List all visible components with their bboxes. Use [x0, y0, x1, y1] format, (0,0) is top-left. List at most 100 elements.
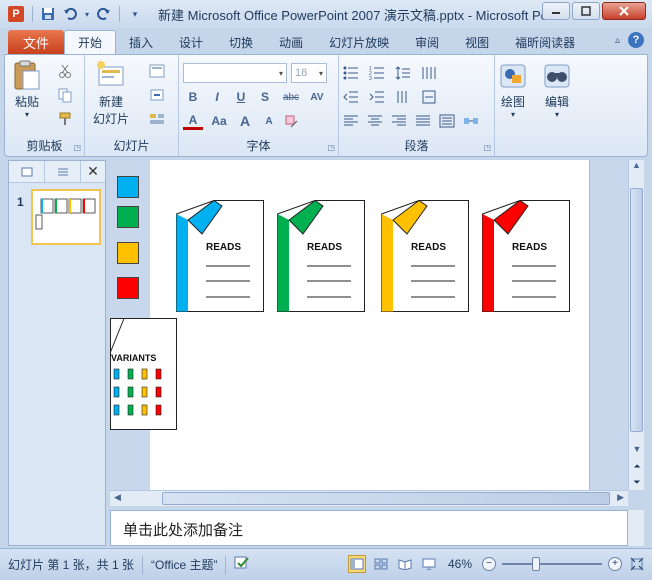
tab-file[interactable]: 文件: [8, 30, 64, 54]
scroll-down-icon[interactable]: ▼: [629, 444, 645, 454]
vertical-scroll-thumb[interactable]: [630, 188, 643, 432]
tab-review[interactable]: 审阅: [402, 30, 452, 54]
close-button[interactable]: [602, 2, 646, 20]
reading-view-icon[interactable]: [396, 555, 414, 573]
decrease-indent-icon[interactable]: [343, 89, 359, 105]
redo-icon[interactable]: [95, 5, 113, 23]
numbering-icon[interactable]: 123: [369, 65, 385, 81]
bullets-icon[interactable]: [343, 65, 359, 81]
justify-icon[interactable]: [415, 113, 431, 129]
align-right-icon[interactable]: [391, 113, 407, 129]
clear-formatting-icon[interactable]: [283, 113, 299, 129]
drawing-dropdown-icon[interactable]: ▾: [511, 110, 515, 119]
minimize-button[interactable]: [542, 2, 570, 20]
shrink-font-button[interactable]: A: [259, 116, 279, 127]
help-icon[interactable]: ?: [628, 32, 644, 48]
undo-icon[interactable]: [61, 5, 79, 23]
change-case-button[interactable]: Aa: [207, 114, 231, 128]
notes-scrollbar[interactable]: [628, 510, 644, 546]
minimize-ribbon-icon[interactable]: ▵: [615, 35, 620, 46]
tab-insert[interactable]: 插入: [116, 30, 166, 54]
tab-view[interactable]: 视图: [452, 30, 502, 54]
align-text-icon[interactable]: [421, 89, 437, 105]
zoom-out-icon[interactable]: −: [482, 557, 496, 571]
horizontal-scroll-thumb[interactable]: [162, 492, 610, 505]
underline-button[interactable]: U: [231, 90, 251, 104]
vertical-scrollbar[interactable]: ▲ ▼ ⏶ ⏷: [628, 160, 644, 490]
drawing-button[interactable]: 绘图 ▾: [497, 59, 529, 119]
reads-doc-green[interactable]: READS: [277, 199, 365, 312]
tab-foxit-reader[interactable]: 福昕阅读器: [502, 30, 588, 54]
character-spacing-button[interactable]: AV: [307, 92, 327, 103]
tab-animations[interactable]: 动画: [266, 30, 316, 54]
reads-doc-yellow[interactable]: READS: [381, 199, 469, 312]
font-size-combo[interactable]: 18 ▾: [291, 63, 327, 83]
cut-icon[interactable]: [57, 63, 73, 79]
swatch-blue[interactable]: [117, 176, 139, 198]
close-panel-icon[interactable]: ✕: [81, 163, 105, 180]
normal-view-icon[interactable]: [347, 555, 366, 573]
reads-doc-red[interactable]: READS: [482, 199, 570, 312]
zoom-slider-knob[interactable]: [532, 557, 540, 571]
font-launcher-icon[interactable]: ◳: [327, 143, 335, 152]
outline-tab-icon[interactable]: [45, 160, 81, 183]
zoom-in-icon[interactable]: +: [608, 557, 622, 571]
align-center-icon[interactable]: [367, 113, 383, 129]
paste-dropdown-icon[interactable]: ▾: [25, 110, 29, 119]
slide-canvas[interactable]: READS READS READS READS: [150, 160, 590, 490]
font-color-button[interactable]: A: [183, 113, 203, 130]
tab-design[interactable]: 设计: [166, 30, 216, 54]
swatch-red[interactable]: [117, 277, 139, 299]
line-spacing-icon[interactable]: [395, 65, 411, 81]
tab-slideshow[interactable]: 幻灯片放映: [316, 30, 402, 54]
tab-home[interactable]: 开始: [64, 30, 117, 54]
grow-font-button[interactable]: A: [235, 113, 255, 129]
new-slide-button[interactable]: 新建 幻灯片: [93, 59, 129, 127]
align-left-icon[interactable]: [343, 113, 359, 129]
customize-qat-icon[interactable]: ▾: [126, 5, 144, 23]
distribute-icon[interactable]: [439, 113, 455, 129]
font-name-combo[interactable]: ▾: [183, 63, 287, 83]
swatch-yellow[interactable]: [117, 242, 139, 264]
powerpoint-app-icon[interactable]: P: [8, 6, 24, 22]
editing-dropdown-icon[interactable]: ▾: [555, 110, 559, 119]
variants-doc[interactable]: VARIANTS: [110, 318, 177, 430]
zoom-slider[interactable]: [502, 557, 602, 571]
scroll-left-icon[interactable]: ◀: [114, 492, 121, 503]
smartart-icon[interactable]: [463, 113, 479, 129]
spell-check-icon[interactable]: [226, 556, 258, 573]
layout-icon[interactable]: [149, 63, 165, 79]
text-direction-icon[interactable]: [395, 89, 411, 105]
reset-icon[interactable]: [149, 87, 165, 103]
strikethrough-button[interactable]: abc: [279, 92, 303, 103]
swatch-green[interactable]: [117, 206, 139, 228]
undo-dropdown-icon[interactable]: ▾: [83, 5, 91, 23]
slide-sorter-view-icon[interactable]: [372, 555, 390, 573]
section-icon[interactable]: [149, 111, 165, 127]
fit-to-window-icon[interactable]: [628, 555, 646, 573]
columns-icon[interactable]: [421, 65, 437, 81]
paragraph-launcher-icon[interactable]: ◳: [483, 143, 491, 152]
restore-button[interactable]: [572, 2, 600, 20]
increase-indent-icon[interactable]: [369, 89, 385, 105]
previous-slide-icon[interactable]: ⏶: [629, 461, 645, 472]
next-slide-icon[interactable]: ⏷: [629, 477, 645, 488]
bold-button[interactable]: B: [183, 90, 203, 104]
italic-button[interactable]: I: [207, 90, 227, 104]
paste-button[interactable]: 粘贴 ▾: [11, 59, 43, 119]
clipboard-launcher-icon[interactable]: ◳: [73, 143, 81, 152]
shadow-button[interactable]: S: [255, 90, 275, 104]
copy-icon[interactable]: [57, 87, 73, 103]
slides-tab-icon[interactable]: [9, 160, 45, 183]
zoom-level[interactable]: 46%: [448, 557, 472, 571]
format-painter-icon[interactable]: [57, 111, 73, 127]
editing-button[interactable]: 编辑 ▾: [541, 59, 573, 119]
slideshow-view-icon[interactable]: [420, 555, 438, 573]
horizontal-scrollbar[interactable]: ◀ ▶: [110, 490, 628, 506]
tab-transitions[interactable]: 切换: [216, 30, 266, 54]
scroll-up-icon[interactable]: ▲: [629, 160, 644, 176]
notes-pane[interactable]: 单击此处添加备注: [110, 510, 628, 546]
reads-doc-blue[interactable]: READS: [176, 199, 264, 312]
scroll-right-icon[interactable]: ▶: [617, 492, 624, 503]
slide-thumbnail-1[interactable]: [31, 189, 101, 245]
